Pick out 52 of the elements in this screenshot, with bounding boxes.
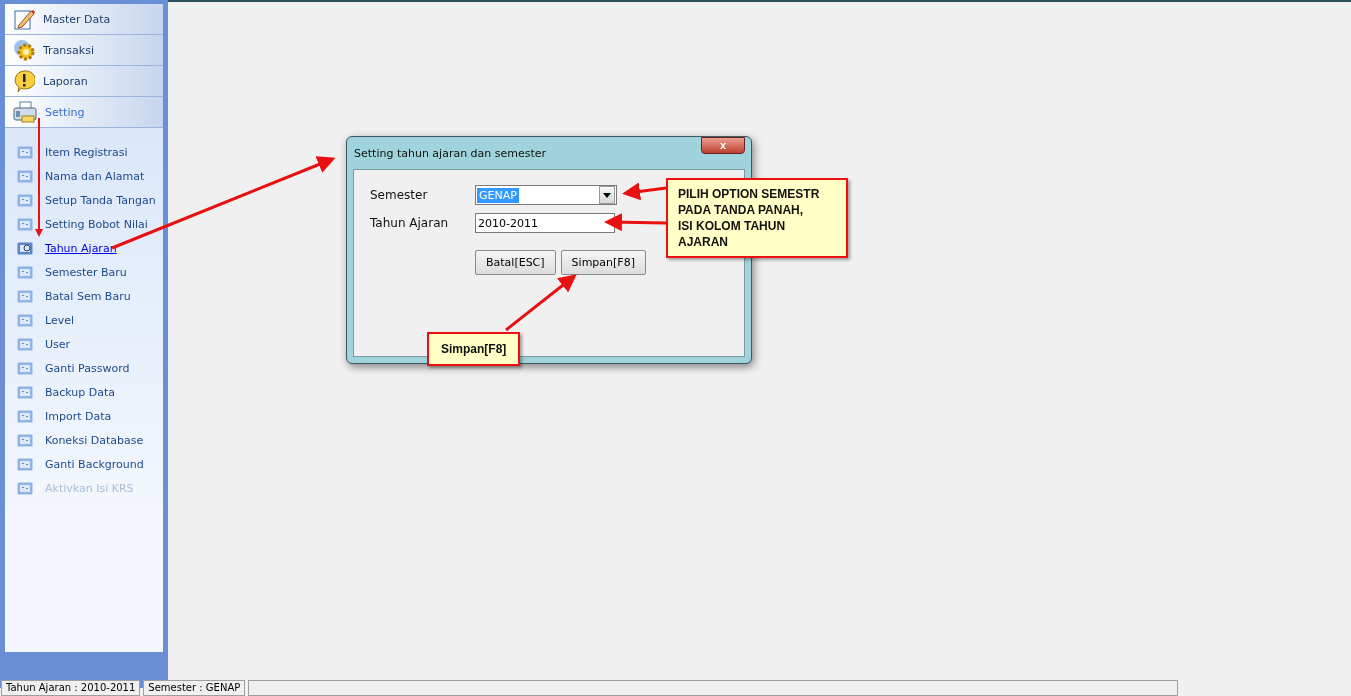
sidebar-item[interactable]: Semester Baru [17, 260, 163, 284]
sidebar-section[interactable]: Master Data [5, 4, 163, 35]
card-icon [17, 265, 33, 279]
sidebar-item[interactable]: Ganti Password [17, 356, 163, 380]
sidebar-item[interactable]: Ganti Background [17, 452, 163, 476]
sidebar-item[interactable]: Backup Data [17, 380, 163, 404]
card-icon [17, 385, 33, 399]
arrow [604, 213, 667, 232]
sidebar-section[interactable]: Laporan [5, 66, 163, 97]
dialog-button[interactable]: Simpan[F8] [560, 250, 646, 275]
card-icon [17, 193, 33, 207]
card-icon [17, 313, 33, 327]
card-icon [17, 169, 33, 183]
sidebar-item[interactable]: Setting Bobot Nilai [17, 212, 163, 236]
card-icon [17, 409, 33, 423]
status-panel: Tahun Ajaran : 2010-2011 [1, 680, 141, 696]
sidebar-item[interactable]: Batal Sem Baru [17, 284, 163, 308]
sidebar-item[interactable]: Koneksi Database [17, 428, 163, 452]
sidebar-item[interactable]: Item Registrasi [17, 140, 163, 164]
sidebar-section[interactable]: Setting [5, 97, 163, 128]
card-icon [17, 289, 33, 303]
fax-machine-icon [13, 101, 37, 123]
dialog-title: Setting tahun ajaran dan semester [354, 146, 547, 160]
sidebar-item[interactable]: Tahun Ajaran [17, 236, 163, 260]
arrow [622, 182, 667, 201]
sidebar-item[interactable]: Import Data [17, 404, 163, 428]
magnifier-card-icon [17, 241, 33, 255]
card-icon [17, 361, 33, 375]
gear-icon [13, 39, 35, 61]
callout-note: Simpan[F8] [427, 332, 521, 366]
exclamation-bubble-icon [13, 70, 35, 92]
notepad-pencil-icon [13, 8, 35, 30]
status-panel: Semester : GENAP [143, 680, 246, 696]
card-icon [17, 145, 33, 159]
card-icon [17, 433, 33, 447]
dropdown-value: GENAP [477, 187, 519, 203]
sidebar-item[interactable]: Nama dan Alamat [17, 164, 163, 188]
card-icon [17, 457, 33, 471]
sidebar-item[interactable]: Setup Tanda Tangan [17, 188, 163, 212]
sidebar-section[interactable]: Transaksi [5, 35, 163, 66]
input-field[interactable]: 2010-2011 [475, 213, 615, 233]
arrow [505, 274, 577, 332]
sidebar-item[interactable]: Level [17, 308, 163, 332]
card-icon [17, 481, 33, 495]
callout-note: PILIH OPTION SEMESTR PADA TANDA PANAH, ISI KOLOM TAHUN AJARAN [666, 178, 848, 258]
field-label: Tahun Ajaran [370, 216, 450, 230]
close-button[interactable]: x [701, 137, 745, 154]
dialog-button[interactable]: Batal[ESC] [475, 250, 556, 275]
card-icon [17, 217, 33, 231]
sidebar-item[interactable]: User [17, 332, 163, 356]
field-label: Semester [370, 188, 429, 202]
card-icon [17, 337, 33, 351]
